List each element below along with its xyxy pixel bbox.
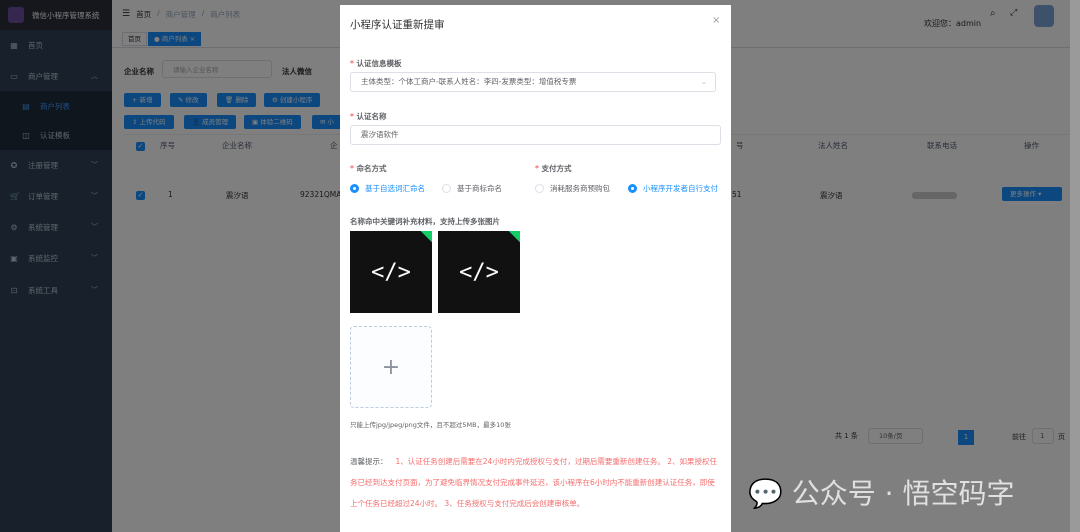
radio-trademark[interactable]: 基于商标命名 (442, 183, 502, 194)
watermark-text: 公众号 · 悟空码字 (791, 477, 1015, 510)
wechat-icon: 💬 (748, 477, 783, 510)
scrollbar[interactable] (1070, 0, 1080, 532)
radio-prepaid-package[interactable]: 消耗服务商预购包 (535, 183, 610, 194)
template-value: 主体类型：个体工商户-联系人姓名：李四-发票类型：增值税专票 (361, 77, 577, 86)
radio-icon (628, 184, 637, 193)
template-select[interactable]: 主体类型：个体工商户-联系人姓名：李四-发票类型：增值税专票 ⌄ (350, 72, 716, 92)
chevron-down-icon: ⌄ (700, 77, 707, 86)
warm-tips: 温馨提示： 1、认证任务创建后需要在24小时内完成授权与支付，过期后需要重新创建任… (350, 451, 722, 514)
uploaded-image-code-icon[interactable]: </> (438, 231, 520, 313)
tip-label: 温馨提示： (350, 457, 388, 466)
radio-icon (350, 184, 359, 193)
upload-plus-button[interactable]: + (350, 326, 432, 408)
radio-custom-words[interactable]: 基于自选词汇命名 (350, 183, 425, 194)
pay-label: 支付方式 (535, 163, 572, 174)
upload-label: 名称命中关键词补充材料，支持上传多张图片 (350, 217, 500, 226)
code-icon: </> (371, 259, 411, 285)
plus-icon: + (381, 354, 401, 380)
naming-label: 命名方式 (350, 163, 387, 174)
recertify-dialog: 小程序认证重新提审 × 认证信息模板 主体类型：个体工商户-联系人姓名：李四-发… (340, 5, 731, 532)
label: 小程序开发者自行支付 (643, 184, 718, 193)
watermark: 💬 公众号 · 悟空码字 (748, 472, 1014, 512)
radio-icon (442, 184, 451, 193)
tip-text: 1、认证任务创建后需要在24小时内完成授权与支付，过期后需要重新创建任务。 2、… (350, 457, 717, 508)
dialog-title: 小程序认证重新提审 (350, 19, 445, 31)
template-label: 认证信息模板 (350, 58, 402, 69)
cert-name-input[interactable]: 震汐语软件 (350, 125, 721, 145)
name-label: 认证名称 (350, 111, 387, 122)
upload-hint: 只能上传jpg/jpeg/png文件，且不超过5MB，最多10张 (350, 421, 511, 429)
label: 消耗服务商预购包 (550, 184, 610, 193)
radio-self-pay[interactable]: 小程序开发者自行支付 (628, 183, 718, 194)
close-icon[interactable]: × (712, 15, 720, 26)
code-icon: </> (459, 259, 499, 285)
label: 基于商标命名 (457, 184, 502, 193)
label: 基于自选词汇命名 (365, 184, 425, 193)
uploaded-image-code-icon[interactable]: </> (350, 231, 432, 313)
radio-icon (535, 184, 544, 193)
